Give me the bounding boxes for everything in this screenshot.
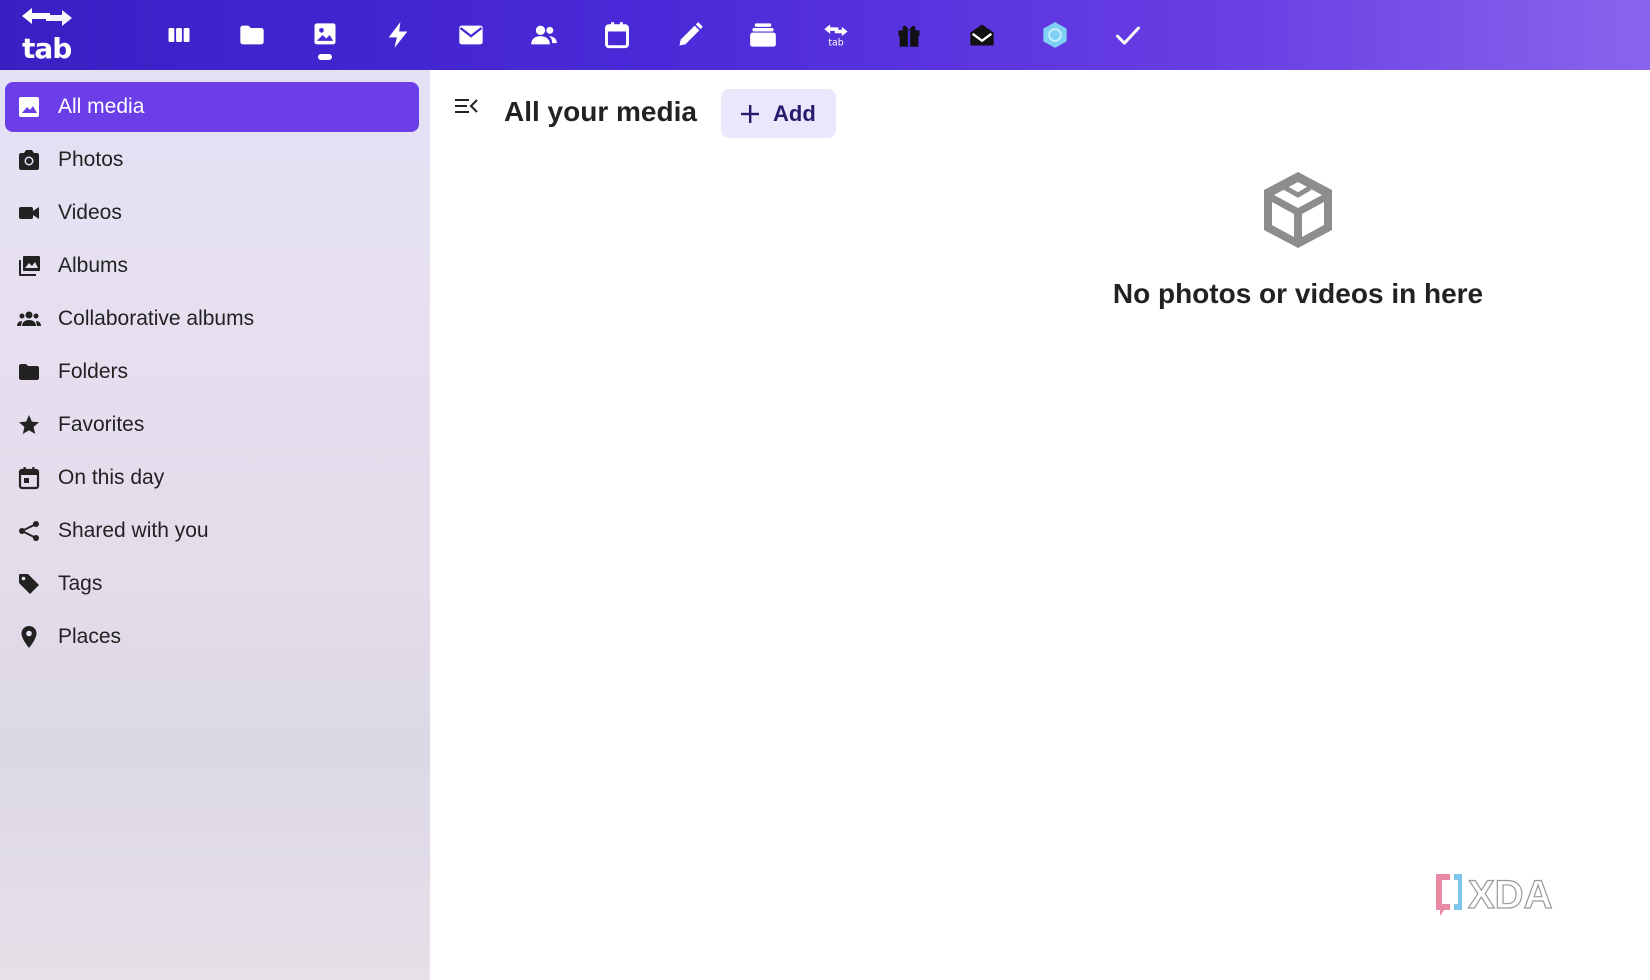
tag-icon — [15, 570, 43, 598]
empty-box-icon — [1252, 164, 1344, 256]
sidebar-item-favorites[interactable]: Favorites — [5, 400, 419, 450]
sidebar-item-photos[interactable]: Photos — [5, 135, 419, 185]
empty-state-message: No photos or videos in here — [1112, 278, 1484, 309]
albums-icon — [15, 252, 43, 280]
tab-logo-icon: tab — [823, 24, 848, 49]
swap-arrows-icon — [22, 8, 72, 26]
photos-icon — [314, 23, 335, 45]
video-icon — [15, 199, 43, 227]
pencil-icon — [679, 22, 703, 46]
deck-app-icon[interactable] — [726, 0, 799, 70]
contacts-app-icon[interactable] — [507, 0, 580, 70]
sidebar-item-label: Favorites — [58, 413, 145, 436]
notes-app-icon[interactable] — [653, 0, 726, 70]
inbox-app-icon[interactable] — [945, 0, 1018, 70]
sidebar-item-all-media[interactable]: All media — [5, 82, 419, 132]
sidebar-item-albums[interactable]: Albums — [5, 241, 419, 291]
sidebar-item-label: Videos — [58, 201, 122, 224]
sidebar-item-label: Albums — [58, 254, 129, 277]
sidebar-item-label: Places — [58, 625, 122, 648]
activity-app-icon[interactable] — [361, 0, 434, 70]
lightning-icon — [388, 22, 407, 48]
dashboard-icon — [168, 28, 189, 42]
camera-icon — [15, 146, 43, 174]
sidebar-item-label: On this day — [58, 466, 165, 489]
sidebar-item-label: Tags — [58, 572, 103, 595]
folder-icon — [15, 358, 43, 386]
folder-icon — [239, 25, 264, 45]
page-title: All your media — [504, 96, 697, 127]
mail-app-icon[interactable] — [434, 0, 507, 70]
svg-text:XDA: XDA — [1468, 873, 1552, 917]
menu-collapse-icon — [455, 99, 478, 113]
check-icon — [1115, 26, 1140, 45]
hub-app-icon[interactable] — [1018, 0, 1091, 70]
add-button-label: Add — [773, 100, 816, 126]
group-icon — [15, 305, 43, 333]
calendar-app-icon[interactable] — [580, 0, 653, 70]
star-icon — [15, 411, 43, 439]
share-icon — [15, 517, 43, 545]
stack-icon — [749, 23, 776, 47]
contacts-icon — [530, 25, 557, 45]
sidebar-item-folders[interactable]: Folders — [5, 347, 419, 397]
main-content: All your media Add No photos or videos i… — [430, 70, 1650, 980]
sidebar-item-label: Folders — [58, 360, 129, 383]
hexagon-icon — [1042, 22, 1067, 48]
open-envelope-icon — [969, 24, 994, 46]
sidebar-item-collaborative-albums[interactable]: Collaborative albums — [5, 294, 419, 344]
logo-text: tab — [22, 32, 72, 65]
sidebar-item-on-this-day[interactable]: On this day — [5, 453, 419, 503]
dashboard-app-icon[interactable] — [142, 0, 215, 70]
sidebar: All media Photos Videos Albums Collabora… — [0, 70, 430, 980]
svg-text:tab: tab — [828, 38, 843, 49]
calendar-icon — [604, 22, 629, 49]
plus-icon — [741, 104, 759, 123]
mail-icon — [458, 25, 483, 45]
tab-logo[interactable]: tab — [14, 4, 80, 65]
files-app-icon[interactable] — [215, 0, 288, 70]
sidebar-item-label: Photos — [58, 148, 124, 171]
sidebar-item-shared-with-you[interactable]: Shared with you — [5, 506, 419, 556]
sidebar-item-label: Shared with you — [58, 519, 209, 542]
top-app-bar: tab tab — [0, 0, 1650, 70]
calendar-icon — [15, 464, 43, 492]
sidebar-item-places[interactable]: Places — [5, 612, 419, 662]
tab-app-icon[interactable]: tab — [799, 0, 872, 70]
xda-watermark: XDA — [1432, 868, 1592, 918]
app-switcher: tab — [142, 0, 1164, 70]
sidebar-item-label: Collaborative albums — [58, 307, 255, 330]
map-pin-icon — [15, 623, 43, 651]
gift-icon — [898, 25, 919, 47]
image-icon — [15, 93, 43, 121]
sidebar-item-videos[interactable]: Videos — [5, 188, 419, 238]
tasks-app-icon[interactable] — [1091, 0, 1164, 70]
sidebar-toggle-button[interactable] — [452, 92, 482, 122]
sidebar-item-label: All media — [58, 95, 145, 118]
gifts-app-icon[interactable] — [872, 0, 945, 70]
sidebar-item-tags[interactable]: Tags — [5, 559, 419, 609]
add-button[interactable]: Add — [721, 89, 836, 138]
photos-app-icon[interactable] — [288, 0, 361, 70]
